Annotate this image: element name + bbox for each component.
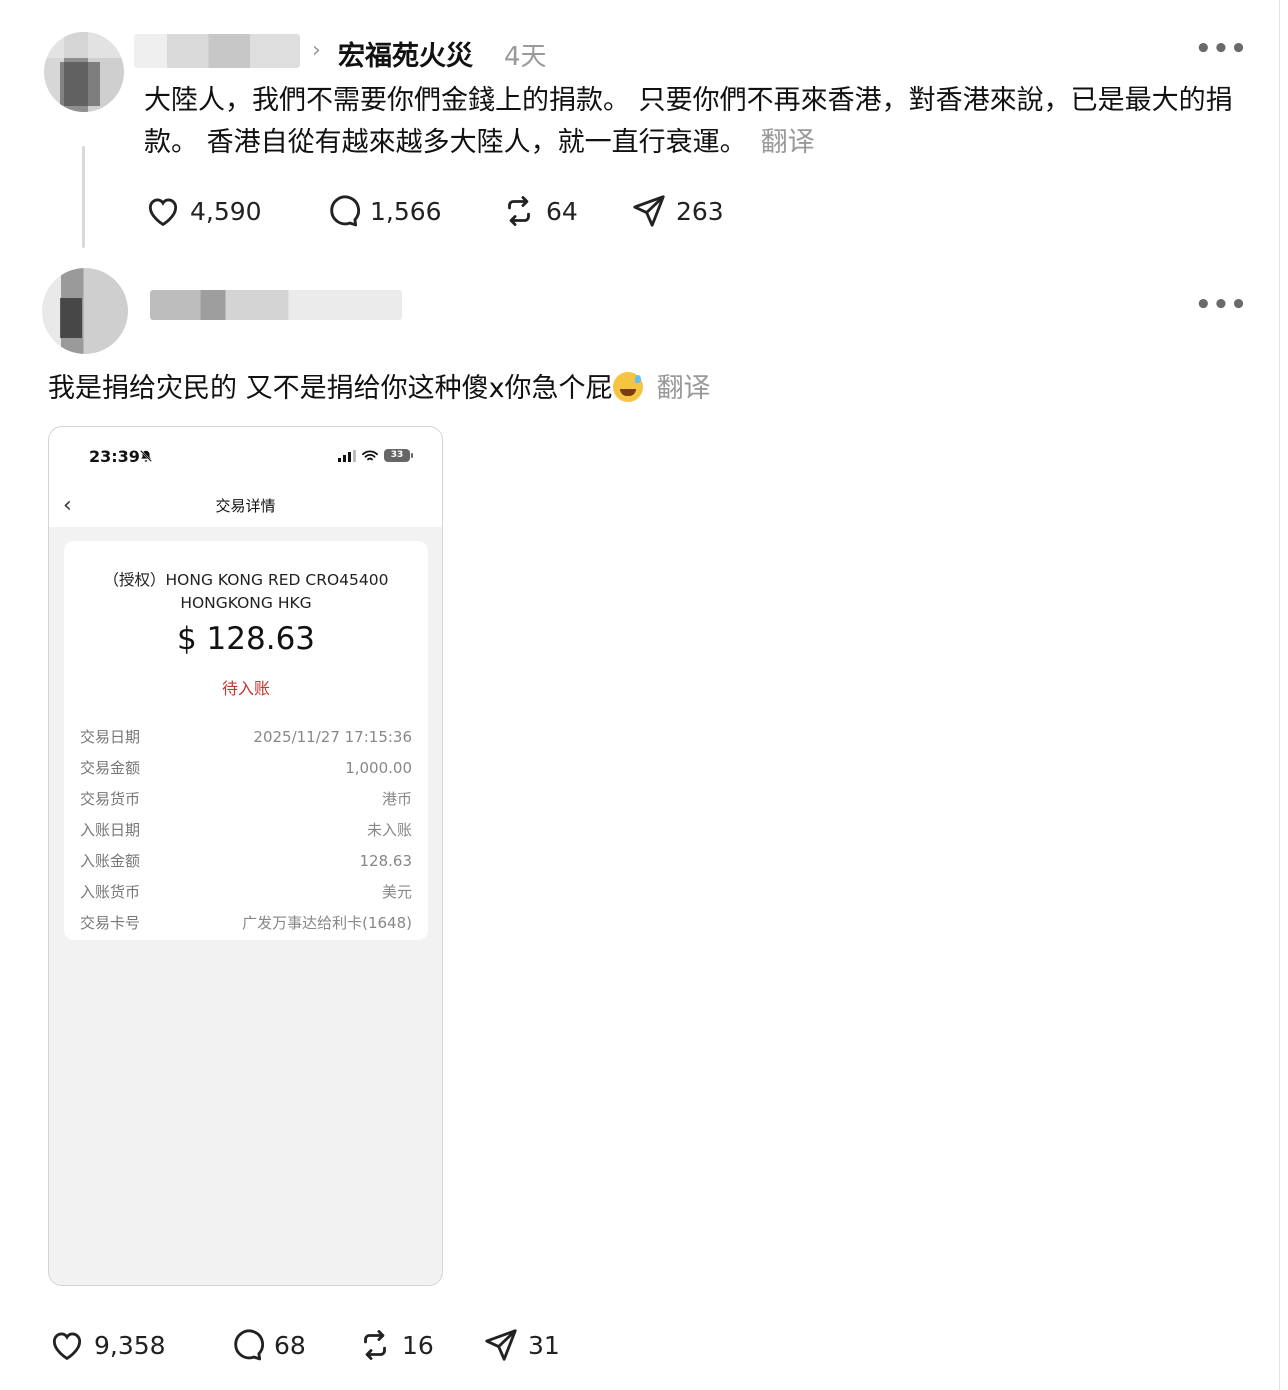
chevron-right-icon: › bbox=[312, 38, 321, 63]
row-label: 入账货币 bbox=[80, 883, 141, 901]
merchant-line2: HONGKONG HKG bbox=[180, 594, 312, 612]
comment-icon bbox=[234, 1329, 264, 1361]
frame-edge bbox=[1279, 0, 1280, 1390]
like-button[interactable]: 9,358 bbox=[48, 1326, 228, 1364]
repost-icon bbox=[508, 196, 530, 226]
detail-row: 交易卡号 广发万事达给利卡(1648) bbox=[80, 907, 412, 938]
transaction-card: （授权）HONG KONG RED CRO45400 HONGKONG HKG … bbox=[64, 541, 428, 940]
translate-link[interactable]: 翻译 bbox=[761, 127, 815, 158]
post-body: 大陸人，我們不需要你們金錢上的捐款。 只要你們不再來香港，對香港來說，已是最大的… bbox=[144, 85, 1233, 158]
blurred-username[interactable] bbox=[134, 34, 300, 68]
post-actions: 9,358 68 16 31 bbox=[48, 1326, 560, 1364]
phone-status-bar: 23:39 33 bbox=[49, 427, 442, 487]
row-label: 交易卡号 bbox=[80, 914, 141, 932]
repost-button[interactable]: 16 bbox=[356, 1326, 482, 1364]
repost-count: 16 bbox=[402, 1330, 434, 1360]
more-icon[interactable]: ••• bbox=[1195, 290, 1248, 320]
post-text: 我是捐给灾民的 又不是捐给你这种傻x你急个屁 翻译 bbox=[48, 368, 711, 410]
thread-line bbox=[82, 146, 85, 248]
share-icon bbox=[633, 195, 665, 227]
detail-row: 交易日期 2025/11/27 17:15:36 bbox=[80, 721, 412, 752]
bell-mute-icon bbox=[140, 450, 152, 462]
share-button[interactable]: 31 bbox=[482, 1326, 560, 1364]
like-count: 4,590 bbox=[190, 196, 262, 226]
detail-rows: 交易日期 2025/11/27 17:15:36 交易金额 1,000.00 交易货… bbox=[80, 721, 412, 938]
avatar[interactable] bbox=[42, 268, 128, 354]
heart-icon bbox=[52, 1332, 82, 1361]
share-icon bbox=[485, 1329, 517, 1361]
post-body: 我是捐给灾民的 又不是捐给你这种傻x你急个屁 bbox=[48, 373, 613, 404]
attached-screenshot[interactable]: 23:39 33 ‹ 交易详情 （授权）HONG KONG RED CRO454… bbox=[48, 426, 443, 1286]
share-button[interactable]: 263 bbox=[630, 192, 724, 230]
status-icons: 33 bbox=[338, 449, 413, 462]
row-label: 入账日期 bbox=[80, 821, 141, 839]
row-label: 交易货币 bbox=[80, 790, 141, 808]
post-text: 大陸人，我們不需要你們金錢上的捐款。 只要你們不再來香港，對香港來說，已是最大的… bbox=[144, 80, 1234, 164]
share-count: 31 bbox=[528, 1330, 560, 1360]
like-count: 9,358 bbox=[94, 1330, 166, 1360]
row-value: 港币 bbox=[381, 790, 412, 808]
status-time: 23:39 bbox=[89, 447, 140, 466]
wifi-icon bbox=[362, 449, 378, 460]
reply-button[interactable]: 1,566 bbox=[324, 192, 500, 230]
detail-row: 入账日期 未入账 bbox=[80, 814, 412, 845]
detail-row: 交易货币 港币 bbox=[80, 783, 412, 814]
row-label: 交易金额 bbox=[80, 759, 141, 777]
transaction-amount: $ 128.63 bbox=[176, 621, 316, 657]
blurred-username[interactable] bbox=[150, 290, 402, 320]
row-label: 入账金额 bbox=[80, 852, 141, 870]
merchant-line1: （授权）HONG KONG RED CRO45400 bbox=[103, 571, 389, 589]
signal-icon bbox=[338, 449, 356, 462]
phone-nav-bar: ‹ 交易详情 bbox=[49, 487, 442, 527]
reply-count: 1,566 bbox=[370, 196, 442, 226]
topic-tag[interactable]: 宏福苑火災 bbox=[338, 34, 473, 73]
post-actions: 4,590 1,566 64 263 bbox=[144, 192, 724, 230]
like-button[interactable]: 4,590 bbox=[144, 192, 324, 230]
row-value: 128.63 bbox=[359, 851, 413, 870]
detail-row: 入账货币 美元 bbox=[80, 876, 412, 907]
reply-count: 68 bbox=[274, 1330, 306, 1360]
row-value: 广发万事达给利卡(1648) bbox=[242, 914, 412, 932]
nav-title: 交易详情 bbox=[215, 497, 276, 515]
heart-icon bbox=[148, 198, 178, 227]
comment-icon bbox=[330, 195, 360, 227]
reply-button[interactable]: 68 bbox=[228, 1326, 356, 1364]
more-icon[interactable]: ••• bbox=[1195, 34, 1248, 64]
repost-button[interactable]: 64 bbox=[500, 192, 630, 230]
row-value: 美元 bbox=[381, 883, 412, 901]
grin-sweat-emoji-icon bbox=[612, 372, 643, 402]
row-value: 1,000.00 bbox=[345, 758, 412, 777]
translate-link[interactable]: 翻译 bbox=[657, 373, 711, 404]
row-label: 交易日期 bbox=[80, 728, 141, 746]
detail-row: 交易金额 1,000.00 bbox=[80, 752, 412, 783]
battery-icon: 33 bbox=[384, 449, 413, 462]
merchant-name: （授权）HONG KONG RED CRO45400 HONGKONG HKG bbox=[64, 569, 428, 615]
post-time: 4天 bbox=[504, 42, 547, 72]
row-value: 2025/11/27 17:15:36 bbox=[253, 727, 412, 746]
row-value: 未入账 bbox=[366, 821, 412, 839]
transaction-status: 待入账 bbox=[221, 679, 270, 698]
repost-icon bbox=[364, 1330, 386, 1360]
share-count: 263 bbox=[676, 196, 724, 226]
repost-count: 64 bbox=[546, 196, 578, 226]
detail-row: 入账金额 128.63 bbox=[80, 845, 412, 876]
avatar[interactable] bbox=[44, 32, 124, 112]
